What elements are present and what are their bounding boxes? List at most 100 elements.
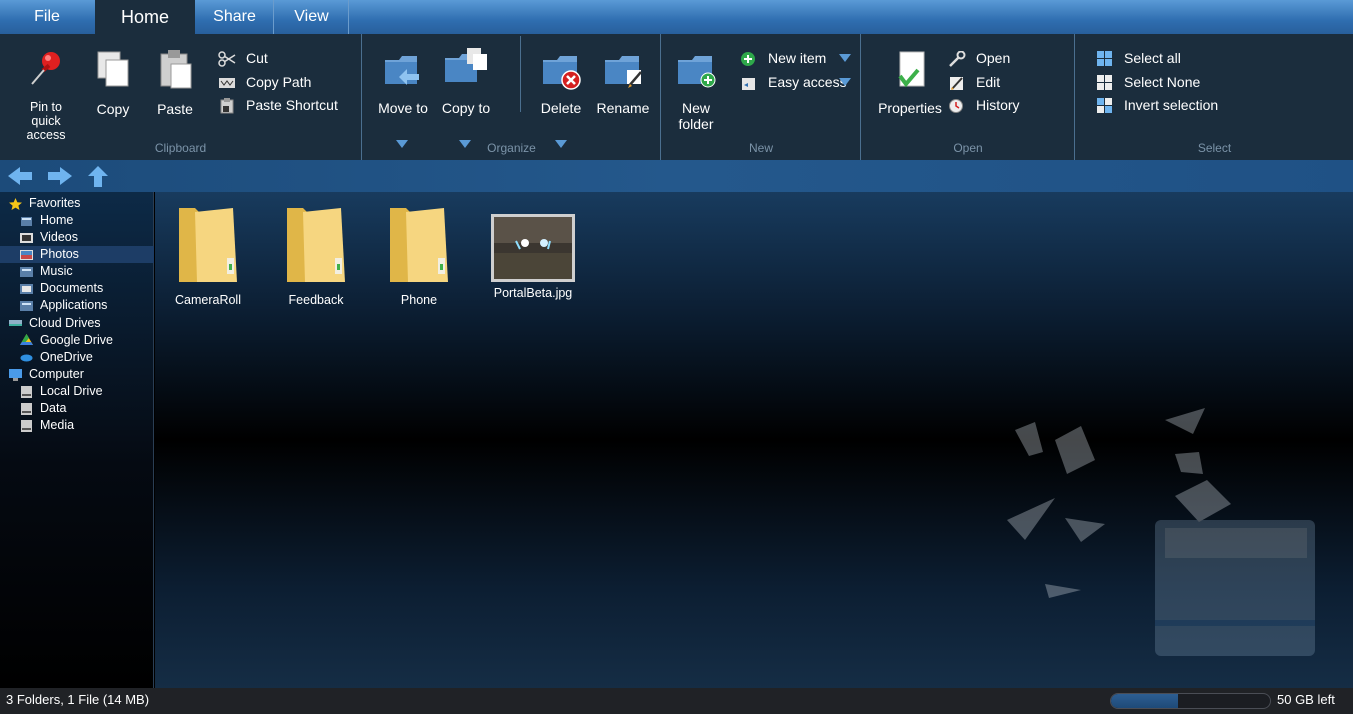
paste-button[interactable]: Paste	[152, 48, 198, 117]
history-label: History	[976, 97, 1020, 113]
copy-path-icon	[219, 78, 235, 89]
paste-shortcut-icon	[220, 98, 234, 114]
image-thumbnail	[491, 214, 575, 282]
select-all-label: Select all	[1124, 50, 1181, 66]
sidebar-item-data[interactable]: Data	[0, 400, 154, 417]
rename-button[interactable]: Rename	[595, 48, 651, 116]
properties-icon	[898, 51, 925, 88]
paste-shortcut-button[interactable]: Paste Shortcut	[218, 95, 338, 115]
move-to-button[interactable]: Move to	[377, 48, 429, 116]
google-drive-icon	[20, 334, 33, 346]
disk-usage-bar	[1110, 693, 1271, 709]
sidebar-item-cloud-drives[interactable]: Cloud Drives	[0, 315, 154, 332]
paste-label: Paste	[157, 101, 193, 117]
select-group-label: Select	[1197, 141, 1232, 155]
select-all-button[interactable]: Select all	[1096, 48, 1181, 68]
open-group: Properties Open Edit History Open	[862, 34, 1075, 160]
star-icon	[9, 197, 22, 210]
easy-access-icon	[742, 78, 755, 91]
sidebar-item-label: Music	[40, 264, 73, 278]
new-item-label: New item	[768, 50, 827, 66]
wrench-icon	[949, 51, 966, 68]
open-group-label: Open	[953, 141, 983, 155]
ribbon-tab-bar: File Home Share View	[0, 0, 1353, 34]
sidebar-item-media[interactable]: Media	[0, 417, 154, 434]
navigation-pane[interactable]: Favorites Home Videos Photos Music Documents A…	[0, 192, 154, 688]
invert-selection-button[interactable]: Invert selection	[1096, 95, 1218, 115]
sidebar-item-label: Documents	[40, 281, 104, 295]
onedrive-icon	[20, 354, 33, 362]
sidebar-item-google-drive[interactable]: Google Drive	[0, 332, 154, 349]
folder-item[interactable]: Phone	[369, 204, 469, 307]
tab-file[interactable]: File	[0, 0, 94, 34]
sidebar-item-documents[interactable]: Documents	[0, 280, 154, 297]
paste-icon	[160, 50, 192, 89]
sidebar-item-onedrive[interactable]: OneDrive	[0, 349, 154, 366]
copy-button[interactable]: Copy	[90, 48, 136, 117]
up-button[interactable]	[84, 164, 112, 188]
tab-share[interactable]: Share	[196, 0, 274, 34]
organize-group-label: Organize	[487, 141, 536, 155]
file-name: Feedback	[288, 293, 344, 307]
folder-icon	[287, 208, 345, 282]
sidebar-item-music[interactable]: Music	[0, 263, 154, 280]
select-all-icon	[1097, 51, 1112, 67]
open-button[interactable]: Open	[948, 48, 1010, 68]
drive-icon	[21, 402, 32, 415]
sidebar-item-label: Google Drive	[40, 332, 113, 347]
tab-view[interactable]: View	[275, 0, 349, 34]
pin-to-quick-access-button[interactable]: Pin to quick access	[18, 48, 74, 142]
sidebar-item-computer[interactable]: Computer	[0, 366, 154, 383]
rename-label: Rename	[596, 100, 650, 116]
edit-label: Edit	[976, 74, 1001, 90]
new-item-button[interactable]: New item	[740, 48, 826, 68]
select-none-button[interactable]: Select None	[1096, 72, 1200, 92]
pin-label: Pin to quick access	[26, 100, 66, 142]
sidebar-item-local-drive[interactable]: Local Drive	[0, 383, 154, 400]
folder-item[interactable]: Feedback	[266, 204, 366, 307]
ribbon: Pin to quick access Copy Paste Cut Copy …	[0, 34, 1353, 160]
folder-item[interactable]: CameraRoll	[158, 204, 258, 307]
easy-access-button[interactable]: Easy access	[740, 72, 847, 92]
copy-path-button[interactable]: Copy Path	[218, 72, 311, 92]
properties-button[interactable]: Properties	[876, 48, 944, 116]
new-item-dropdown-arrow[interactable]	[839, 54, 851, 62]
edit-button[interactable]: Edit	[948, 72, 1000, 92]
cut-button[interactable]: Cut	[218, 48, 268, 68]
applications-icon	[20, 300, 33, 311]
sidebar-item-applications[interactable]: Applications	[0, 297, 154, 314]
paste-shortcut-label: Paste Shortcut	[246, 97, 338, 113]
rename-folder-icon	[605, 56, 642, 88]
delete-button[interactable]: Delete	[535, 48, 587, 116]
copy-to-button[interactable]: Copy to	[441, 46, 491, 116]
disk-usage-fill	[1111, 694, 1178, 708]
file-name: Phone	[400, 293, 438, 307]
sidebar-item-label: Local Drive	[40, 384, 103, 398]
pushpin-icon	[31, 52, 60, 85]
sidebar-item-home[interactable]: Home	[0, 212, 154, 229]
image-file-item[interactable]: PortalBeta.jpg	[483, 213, 583, 300]
sidebar-item-label: Cloud Drives	[29, 315, 101, 330]
sidebar-item-videos[interactable]: Videos	[0, 229, 154, 246]
new-folder-label: New folder	[678, 100, 714, 132]
tab-home[interactable]: Home	[95, 0, 195, 34]
file-view[interactable]: CameraRoll Feedback Phone PortalBeta.jpg	[155, 192, 1353, 688]
clipboard-group-label: Clipboard	[154, 141, 207, 155]
forward-button[interactable]	[46, 164, 74, 188]
computer-icon	[9, 368, 22, 381]
sidebar-item-label: Media	[40, 418, 75, 432]
easy-access-dropdown-arrow[interactable]	[839, 78, 851, 86]
empty-folder-watermark	[1007, 408, 1315, 656]
history-button[interactable]: History	[948, 95, 1020, 115]
sidebar-item-photos[interactable]: Photos	[0, 246, 154, 263]
up-arrow-icon	[88, 166, 108, 187]
sidebar-item-favorites[interactable]: Favorites	[0, 195, 154, 212]
delete-label: Delete	[540, 100, 582, 116]
new-folder-button[interactable]: New folder	[672, 48, 720, 132]
back-button[interactable]	[6, 164, 34, 188]
copy-label: Copy	[96, 101, 130, 117]
folder-icon	[179, 208, 237, 282]
history-clock-icon	[949, 99, 963, 114]
cut-label: Cut	[246, 50, 268, 66]
sidebar-item-label: Favorites	[29, 196, 81, 210]
